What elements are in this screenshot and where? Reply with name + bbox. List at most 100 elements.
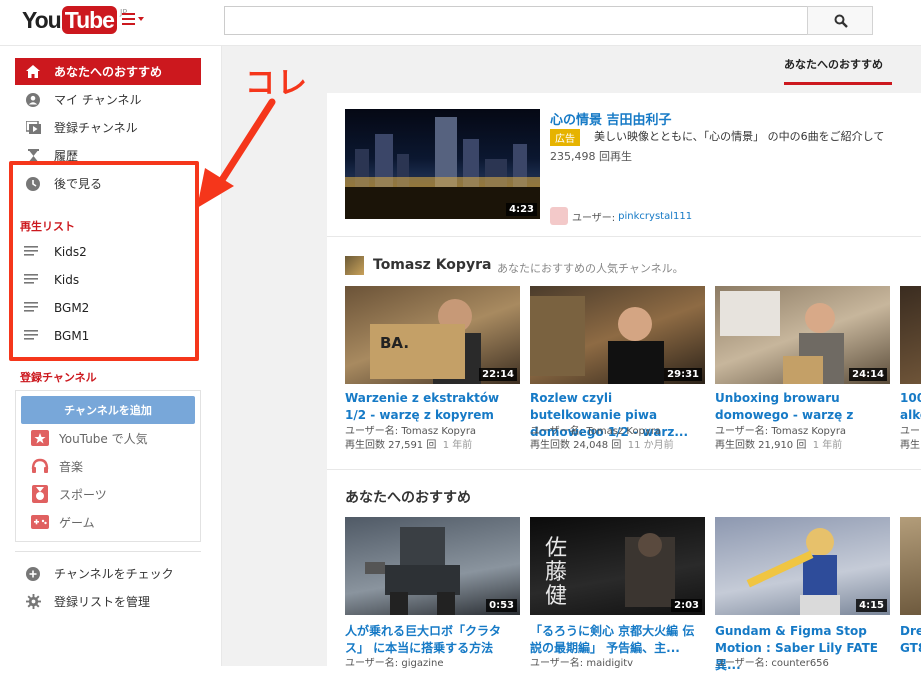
popular-icon [30, 428, 50, 448]
music-icon [30, 456, 50, 476]
video-thumbnail[interactable]: 4:15 [715, 517, 890, 615]
video-title[interactable]: 人が乗れる巨大ロボ「クラタス」 に本当に搭乗する方法 [345, 623, 520, 657]
sidebar-item-label: 登録チャンネル [54, 121, 138, 135]
channel-label: スポーツ [59, 487, 107, 502]
sidebar-item-recommended[interactable]: あなたへのおすすめ [15, 58, 201, 85]
video-duration: 24:14 [849, 368, 887, 381]
video-uploader: ユーザー名: Tomasz Kopyra [530, 426, 662, 437]
logo-tube-text: Tube [61, 6, 117, 34]
annotation-highlight-box [9, 161, 199, 361]
sports-icon [30, 484, 50, 504]
video-uploader: ユーザー名: maidigitv [530, 658, 634, 669]
video-thumbnail[interactable]: 29:31 [530, 286, 705, 384]
add-channel-button[interactable]: チャンネルを追加 [21, 396, 195, 424]
ad-video-thumbnail[interactable]: 4:23 [345, 109, 540, 219]
search-input[interactable] [224, 6, 808, 35]
sidebar-item-my-channel[interactable]: マイ チャンネル [15, 86, 201, 113]
uploader-prefix: ユーザー: [572, 212, 616, 224]
channel-item-games[interactable]: ゲーム [30, 512, 95, 532]
video-uploader: ユーザー名: Tomasz Kopyra [715, 426, 847, 437]
sidebar-item-label: チャンネルをチェック [54, 567, 174, 581]
sidebar-item-label: あなたへのおすすめ [54, 65, 163, 79]
video-thumbnail[interactable]: 24:14 [715, 286, 890, 384]
video-uploader: ユー [900, 426, 920, 437]
video-stats: 再生回数 24,048 回 11 か月前 [530, 438, 674, 453]
sidebar-item-label: 登録リストを管理 [54, 595, 151, 609]
tab-recommended[interactable]: あなたへのおすすめ [784, 56, 883, 72]
video-age: 1 年前 [442, 440, 473, 451]
section-separator [327, 236, 921, 237]
subscriptions-section-title: 登録チャンネル [20, 371, 97, 384]
subscriptions-icon [25, 120, 41, 136]
recommended-section-title: あなたへのおすすめ [345, 490, 471, 506]
video-thumbnail[interactable]: 0:53 [345, 517, 520, 615]
uploader-link[interactable]: pinkcrystal111 [618, 211, 692, 222]
annotation-label: コレ [245, 66, 309, 101]
sidebar-divider [15, 551, 201, 552]
video-thumbnail[interactable] [900, 517, 921, 615]
sidebar-item-manage-subscriptions[interactable]: 登録リストを管理 [15, 588, 201, 615]
video-title[interactable]: Warzenie z ekstraktów 1/2 - warzę z kopy… [345, 390, 520, 424]
sidebar-item-label: マイ チャンネル [54, 93, 142, 107]
video-view-count: 再生 [900, 440, 920, 451]
video-duration: 4:15 [856, 599, 887, 612]
channel-label: YouTube で人気 [59, 431, 148, 446]
video-view-count: 再生回数 27,591 回 [345, 440, 437, 451]
subscriptions-box: チャンネルを追加 YouTube で人気 音楽 スポーツ ゲーム [15, 390, 201, 542]
gear-icon [25, 594, 41, 610]
video-stats: 再生回数 27,591 回 1 年前 [345, 438, 472, 453]
section-separator [327, 469, 921, 470]
home-icon [25, 64, 41, 80]
video-duration: 0:53 [486, 599, 517, 612]
sidebar-item-browse-channels[interactable]: チャンネルをチェック [15, 560, 201, 587]
ad-uploader: ユーザー: pinkcrystal111 [550, 207, 692, 225]
video-age: 11 か月前 [627, 440, 674, 451]
youtube-logo[interactable]: You Tube JP [22, 6, 127, 34]
ad-view-count: 235,498 回再生 [550, 150, 632, 163]
channel-avatar[interactable] [345, 256, 364, 275]
logo-you-text: You [22, 7, 62, 33]
sidebar-item-subscriptions[interactable]: 登録チャンネル [15, 114, 201, 141]
video-duration: 29:31 [664, 368, 702, 381]
channel-item-sports[interactable]: スポーツ [30, 484, 107, 504]
svg-text:佐: 佐 [545, 536, 567, 561]
video-thumbnail[interactable]: 佐藤健 2:03 [530, 517, 705, 615]
video-uploader: ユーザー名: Tomasz Kopyra [345, 426, 477, 437]
video-uploader: ユーザー名: gigazine [345, 658, 444, 669]
guide-menu-button[interactable] [122, 12, 148, 30]
channel-item-music[interactable]: 音楽 [30, 456, 83, 476]
channel-label: ゲーム [59, 515, 95, 530]
video-thumbnail[interactable]: BA. 22:14 [345, 286, 520, 384]
tab-active-indicator [784, 82, 892, 85]
channel-name[interactable]: Tomasz Kopyra [373, 257, 491, 273]
svg-text:BA.: BA. [380, 334, 409, 352]
video-title[interactable]: Dre GT8 [900, 623, 921, 657]
video-view-count: 再生回数 24,048 回 [530, 440, 622, 451]
ad-badge: 広告 [550, 129, 580, 146]
video-age: 1 年前 [812, 440, 843, 451]
video-duration: 2:03 [671, 599, 702, 612]
video-uploader: ユーザー名: counter656 [715, 658, 829, 669]
plus-circle-icon [25, 566, 41, 582]
games-icon [30, 512, 50, 532]
video-title[interactable]: Unboxing browaru domowego - warzę z [715, 390, 855, 424]
video-stats: 再生回数 21,910 回 1 年前 [715, 438, 842, 453]
svg-text:藤: 藤 [545, 560, 567, 585]
video-thumbnail[interactable] [900, 286, 921, 384]
channel-subtitle: あなたにおすすめの人気チャンネル。 [497, 262, 684, 275]
video-view-count: 再生回数 21,910 回 [715, 440, 807, 451]
video-duration: 4:23 [506, 203, 537, 216]
svg-text:健: 健 [545, 584, 567, 609]
video-duration: 22:14 [479, 368, 517, 381]
channel-item-popular[interactable]: YouTube で人気 [30, 428, 148, 448]
search-button[interactable] [807, 6, 873, 35]
ad-title[interactable]: 心の情景 吉田由利子 [550, 109, 672, 128]
uploader-avatar[interactable] [550, 207, 568, 225]
search-icon [834, 14, 848, 28]
hamburger-icon [122, 13, 144, 25]
video-title[interactable]: 100 alko [900, 390, 921, 424]
user-icon [25, 92, 41, 108]
ad-description: 美しい映像とともに、「心の情景」 の中の6曲をご紹介して [594, 130, 885, 143]
video-title[interactable]: 「るろうに剣心 京都大火編 伝説の最期編」 予告編、主... [530, 623, 705, 657]
channel-label: 音楽 [59, 459, 84, 474]
